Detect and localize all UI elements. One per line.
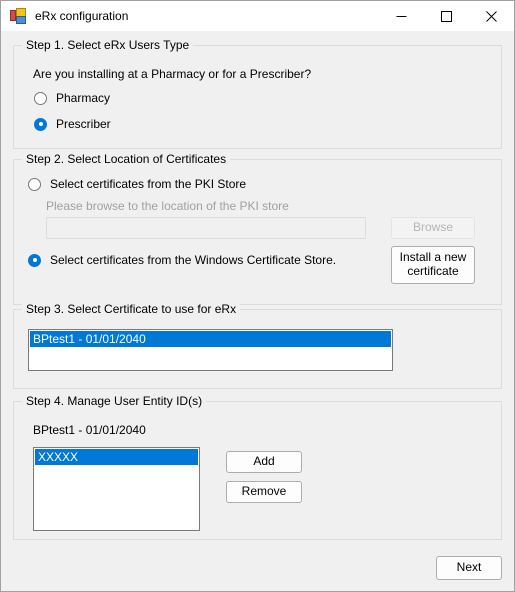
radio-pharmacy-indicator	[34, 91, 47, 105]
icon-blue-square	[16, 16, 26, 24]
maximize-button[interactable]	[424, 1, 469, 31]
radio-windows-certificate-store-label: Select certificates from the Windows Cer…	[50, 253, 337, 267]
pki-path-input[interactable]	[46, 217, 366, 239]
minimize-button[interactable]	[379, 1, 424, 31]
user-entity-id-listbox[interactable]: XXXXX	[33, 447, 200, 531]
remove-button[interactable]: Remove	[226, 481, 302, 503]
step1-legend: Step 1. Select eRx Users Type	[22, 38, 194, 52]
step4-legend: Step 4. Manage User Entity ID(s)	[22, 394, 207, 408]
browse-button[interactable]: Browse	[391, 217, 475, 239]
pki-store-hint: Please browse to the location of the PKI…	[46, 199, 289, 213]
title-bar: eRx configuration	[1, 1, 514, 31]
window-title: eRx configuration	[35, 9, 129, 23]
window-controls	[379, 1, 514, 31]
radio-pharmacy[interactable]: Pharmacy	[34, 91, 110, 105]
list-item[interactable]: XXXXX	[35, 449, 198, 465]
install-button-line1: Install a new	[399, 250, 467, 265]
install-new-certificate-button[interactable]: Install a new certificate	[391, 246, 475, 284]
list-item[interactable]: BPtest1 - 01/01/2040	[30, 331, 391, 347]
step4-certificate-label: BPtest1 - 01/01/2040	[33, 423, 146, 437]
radio-prescriber[interactable]: Prescriber	[34, 117, 111, 131]
radio-pki-store-label: Select certificates from the PKI Store	[50, 177, 247, 191]
close-icon	[486, 10, 497, 22]
radio-pharmacy-label: Pharmacy	[56, 91, 111, 105]
install-button-line2: certificate	[407, 264, 459, 278]
dialog-client-area: Step 1. Select eRx Users Type Are you in…	[1, 31, 514, 591]
close-button[interactable]	[469, 1, 514, 31]
minimize-icon	[396, 15, 407, 17]
application-window-icon	[10, 8, 26, 24]
certificate-listbox[interactable]: BPtest1 - 01/01/2040	[28, 329, 393, 371]
radio-prescriber-label: Prescriber	[56, 117, 111, 131]
add-button[interactable]: Add	[226, 451, 302, 473]
step2-legend: Step 2. Select Location of Certificates	[22, 152, 231, 166]
erx-configuration-window: eRx configuration Step 1. Select eRx Use…	[0, 0, 515, 592]
radio-windows-certificate-store[interactable]: Select certificates from the Windows Cer…	[28, 253, 336, 267]
radio-pki-store[interactable]: Select certificates from the PKI Store	[28, 177, 246, 191]
maximize-icon	[441, 10, 452, 22]
step3-legend: Step 3. Select Certificate to use for eR…	[22, 302, 241, 316]
step1-question: Are you installing at a Pharmacy or for …	[33, 67, 312, 81]
radio-pki-store-indicator	[28, 177, 41, 191]
next-button[interactable]: Next	[436, 556, 502, 580]
radio-windows-certificate-store-indicator	[28, 253, 41, 267]
radio-prescriber-indicator	[34, 117, 47, 131]
